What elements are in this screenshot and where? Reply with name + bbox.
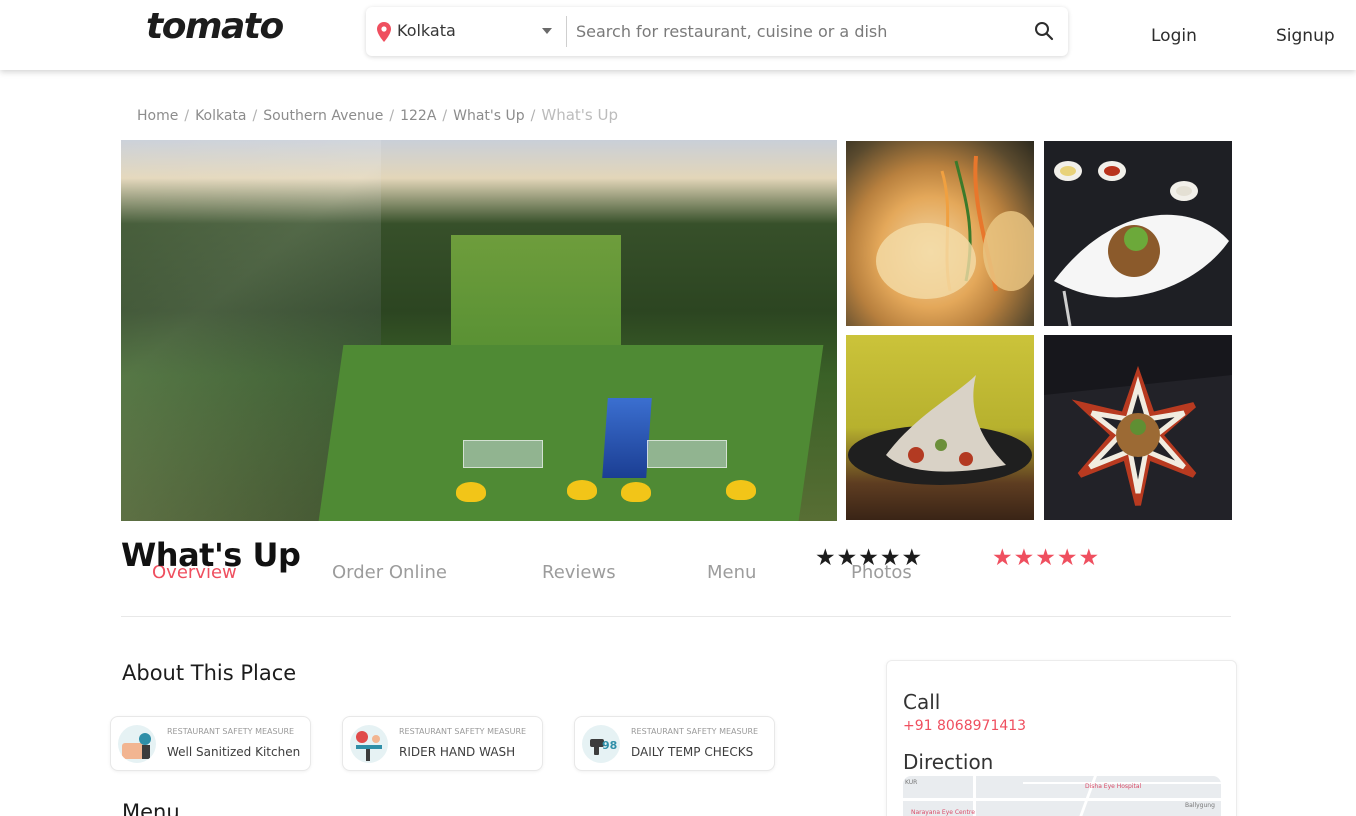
hand-wash-icon [350, 725, 388, 763]
yellow-chair [567, 480, 597, 500]
breadcrumb-city[interactable]: Kolkata [195, 108, 246, 124]
food-photo-4[interactable] [1044, 335, 1232, 520]
breadcrumb-subarea[interactable]: 122A [400, 108, 436, 124]
tab-menu[interactable]: Menu [707, 562, 756, 583]
tab-reviews[interactable]: Reviews [542, 562, 616, 583]
measure-kicker: RESTAURANT SAFETY MEASURE [631, 727, 759, 736]
search-bar: Kolkata [366, 7, 1068, 56]
call-label: Call [903, 690, 941, 714]
contact-card: Call +91 8068971413 Direction KUR Disha … [886, 660, 1237, 816]
direction-map[interactable]: KUR Disha Eye Hospital Ballygung Narayan… [903, 776, 1221, 816]
breadcrumb-restaurant[interactable]: What's Up [453, 108, 525, 124]
tomato-logo[interactable]: tomato [146, 6, 284, 47]
search-input[interactable] [576, 17, 1016, 45]
delivery-rating-stars: ★★★★★ [992, 545, 1101, 571]
glass-table [463, 440, 543, 468]
yellow-chair [621, 482, 651, 502]
food-photo-2-art [1054, 161, 1229, 326]
food-photo-1-art [876, 155, 1034, 299]
food-photo-1[interactable] [846, 141, 1034, 326]
tab-order-online[interactable]: Order Online [332, 562, 447, 583]
food-photo-4-art [1044, 365, 1232, 520]
search-divider [566, 16, 567, 47]
map-label: Narayana Eye Centre [911, 809, 975, 816]
about-heading: About This Place [122, 661, 297, 685]
menu-heading: Menu [122, 800, 180, 816]
restaurant-name: What's Up [121, 536, 301, 574]
phone-link[interactable]: +91 8068971413 [903, 718, 1026, 734]
rooftop-pool [602, 398, 652, 478]
breadcrumb-home[interactable]: Home [137, 108, 178, 124]
safety-measure-card: RESTAURANT SAFETY MEASURE Well Sanitized… [110, 716, 311, 771]
map-label: KUR [905, 779, 918, 786]
direction-label: Direction [903, 750, 994, 774]
breadcrumb-locality[interactable]: Southern Avenue [263, 108, 383, 124]
restaurant-page: tomato Kolkata Login Signup Home/Kolkata… [0, 0, 1356, 816]
chevron-down-icon[interactable] [542, 28, 552, 35]
signup-link[interactable]: Signup [1276, 26, 1335, 46]
kitchen-icon [118, 725, 156, 763]
yellow-chair [456, 482, 486, 502]
map-road [903, 798, 1221, 801]
food-photo-2[interactable] [1044, 141, 1232, 326]
measure-kicker: RESTAURANT SAFETY MEASURE [399, 727, 527, 736]
login-link[interactable]: Login [1151, 26, 1197, 46]
safety-measure-card: RESTAURANT SAFETY MEASURE RIDER HAND WAS… [342, 716, 543, 771]
thermometer-icon: 98 [582, 725, 620, 763]
hero-photo[interactable] [121, 140, 837, 521]
tabs-divider [121, 616, 1231, 617]
measure-label: DAILY TEMP CHECKS [631, 745, 754, 759]
map-label: Disha Eye Hospital [1085, 783, 1142, 790]
measure-label: RIDER HAND WASH [399, 745, 516, 759]
measure-label: Well Sanitized Kitchen [167, 745, 301, 759]
breadcrumb-current: What's Up [541, 106, 618, 124]
dining-rating-stars: ★★★★★ [815, 545, 924, 571]
map-label: Ballygung [1185, 802, 1215, 809]
glass-table [647, 440, 727, 468]
measure-kicker: RESTAURANT SAFETY MEASURE [167, 727, 295, 736]
yellow-chair [726, 480, 756, 500]
search-icon[interactable] [1034, 21, 1054, 41]
food-photo-3[interactable] [846, 335, 1034, 520]
location-selector[interactable]: Kolkata [397, 21, 456, 40]
top-header: tomato Kolkata Login Signup [0, 0, 1356, 70]
food-photo-3-art [848, 375, 1032, 485]
svg-text:98: 98 [602, 739, 617, 752]
location-pin-icon [377, 22, 391, 42]
breadcrumb: Home / Kolkata / Southern Avenue/122A / What's… [137, 106, 618, 124]
safety-measure-card: 98 RESTAURANT SAFETY MEASURE DAILY TEMP … [574, 716, 775, 771]
